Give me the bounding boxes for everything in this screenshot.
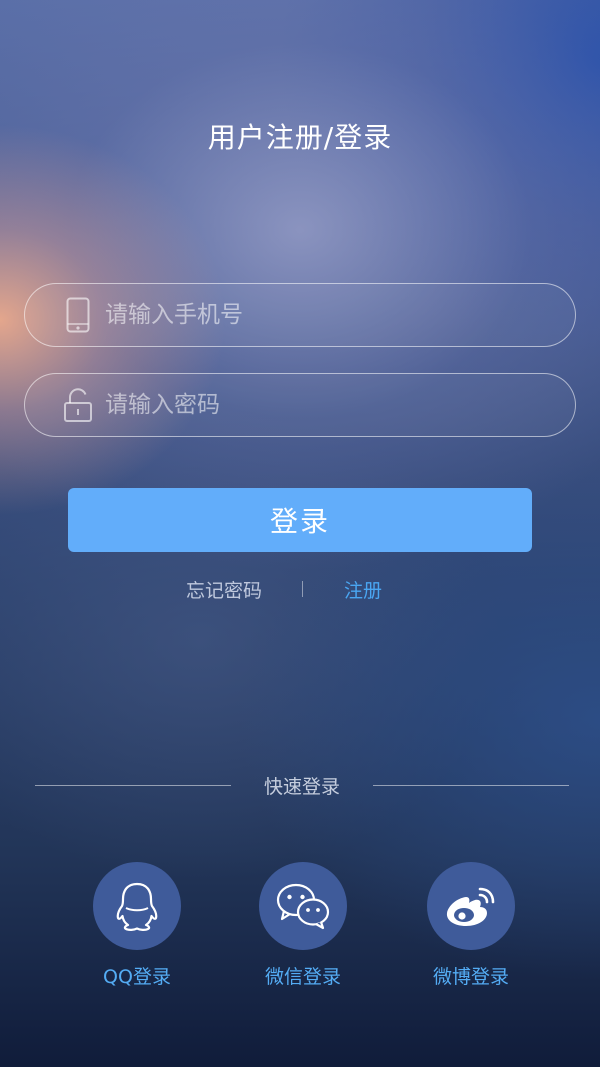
password-field[interactable] [24, 373, 576, 437]
divider-line-left [35, 785, 231, 786]
wechat-login-label[interactable]: 微信登录 [243, 962, 363, 989]
page-title: 用户注册/登录 [207, 121, 393, 154]
login-button[interactable]: 登录 [68, 488, 532, 552]
lock-icon [61, 385, 95, 425]
password-input[interactable] [103, 384, 575, 426]
qq-login-label[interactable]: QQ登录 [77, 962, 197, 989]
weibo-login-button[interactable]: 微博登录 [411, 862, 531, 989]
forgot-password-link[interactable]: 忘记密码 [186, 576, 262, 603]
divider-line-right [373, 785, 569, 786]
auth-links: 忘记密码 注册 [0, 576, 600, 604]
link-divider [302, 581, 303, 597]
wechat-login-button[interactable]: 微信登录 [243, 862, 363, 989]
phone-icon [61, 295, 95, 335]
register-link[interactable]: 注册 [344, 576, 382, 603]
phone-input[interactable] [103, 294, 575, 336]
wechat-icon[interactable] [259, 862, 347, 950]
quick-login-divider: 快速登录 [0, 772, 600, 800]
weibo-login-label[interactable]: 微博登录 [411, 962, 531, 989]
weibo-icon[interactable] [427, 862, 515, 950]
qq-icon[interactable] [93, 862, 181, 950]
phone-field[interactable] [24, 283, 576, 347]
quick-login-label: 快速登录 [263, 776, 340, 798]
qq-login-button[interactable]: QQ登录 [77, 862, 197, 989]
